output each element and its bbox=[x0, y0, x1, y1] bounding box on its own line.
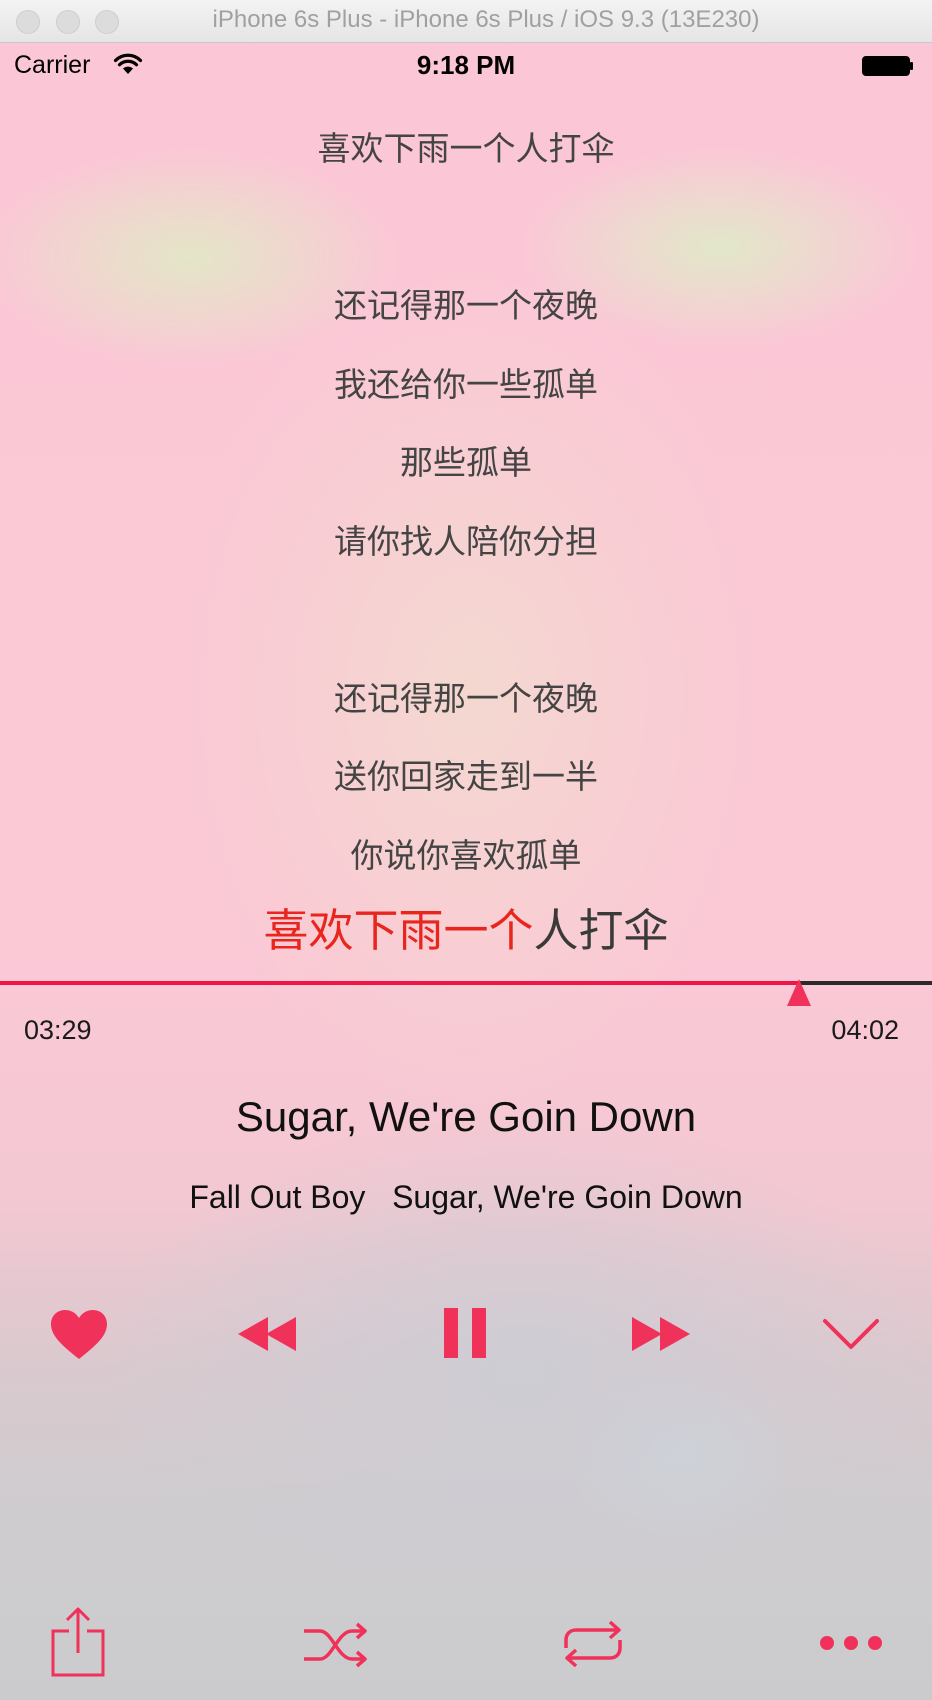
share-button[interactable] bbox=[50, 1607, 106, 1677]
lyric-line: 我还给你一些孤单 bbox=[334, 365, 598, 404]
lyric-line: 喜欢下雨一个人打伞 bbox=[317, 129, 615, 168]
song-title: Sugar, We're Goin Down bbox=[235, 1093, 697, 1140]
lyric-line: 送你回家走到一半 bbox=[334, 757, 598, 796]
more-button[interactable] bbox=[818, 1633, 884, 1653]
progress-fill bbox=[0, 981, 799, 985]
favorite-button[interactable] bbox=[50, 1309, 108, 1361]
phone-screen: Carrier 9:18 PM 喜欢下雨一个人打伞 还记得那一个夜晚 我还给你一… bbox=[0, 43, 932, 1700]
battery-icon bbox=[862, 56, 914, 76]
status-clock: 9:18 PM bbox=[416, 50, 516, 80]
lyric-line: 请你找人陪你分担 bbox=[334, 522, 598, 561]
pause-button[interactable] bbox=[442, 1307, 488, 1359]
album-name: Sugar, We're Goin Down bbox=[392, 1179, 743, 1215]
repeat-icon bbox=[560, 1618, 626, 1670]
progress-thumb[interactable] bbox=[786, 978, 812, 1008]
shuffle-icon bbox=[302, 1621, 370, 1669]
current-lyric-unsung: 人打伞 bbox=[533, 904, 669, 957]
share-icon bbox=[50, 1607, 106, 1677]
current-lyric-sung: 喜欢下雨一个 bbox=[263, 904, 534, 957]
elapsed-time: 03:29 bbox=[24, 1015, 92, 1045]
next-button[interactable] bbox=[628, 1314, 692, 1354]
lyric-line: 那些孤单 bbox=[400, 443, 532, 482]
shuffle-button[interactable] bbox=[302, 1621, 370, 1669]
window-title: iPhone 6s Plus - iPhone 6s Plus / iOS 9.… bbox=[212, 6, 760, 33]
lyric-line: 你说你喜欢孤单 bbox=[350, 836, 582, 875]
repeat-button[interactable] bbox=[560, 1618, 626, 1670]
more-icon bbox=[818, 1633, 884, 1653]
collapse-button[interactable] bbox=[822, 1317, 880, 1351]
chevron-down-icon bbox=[822, 1317, 880, 1351]
pause-icon bbox=[442, 1307, 488, 1359]
heart-icon bbox=[50, 1309, 108, 1361]
rewind-icon bbox=[236, 1314, 300, 1354]
song-subtitle: Fall Out Boy Sugar, We're Goin Down bbox=[0, 1179, 932, 1216]
total-time: 04:02 bbox=[831, 1015, 899, 1045]
previous-button[interactable] bbox=[236, 1314, 300, 1354]
lyric-line: 还记得那一个夜晚 bbox=[334, 679, 598, 718]
fast-forward-icon bbox=[628, 1314, 692, 1354]
artist-name: Fall Out Boy bbox=[189, 1179, 366, 1215]
simulator-window: iPhone 6s Plus - iPhone 6s Plus / iOS 9.… bbox=[0, 0, 932, 1700]
current-lyric-line: 喜欢下雨一个人打伞 bbox=[0, 904, 932, 958]
simulator-title-bar: iPhone 6s Plus - iPhone 6s Plus / iOS 9.… bbox=[0, 0, 932, 43]
status-bar: Carrier 9:18 PM bbox=[0, 43, 932, 87]
lyric-line: 还记得那一个夜晚 bbox=[334, 286, 598, 325]
